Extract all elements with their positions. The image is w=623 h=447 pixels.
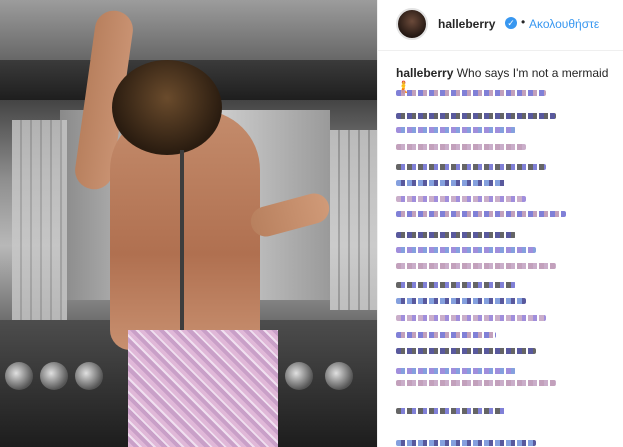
- stove-knob: [75, 362, 103, 390]
- tile-backsplash-right: [330, 130, 377, 310]
- follow-button[interactable]: Ακολουθήστε: [529, 17, 599, 31]
- post-photo[interactable]: [0, 0, 377, 447]
- blurred-comment-line: [396, 180, 506, 186]
- stove-knob: [40, 362, 68, 390]
- blurred-comment-line: [396, 408, 506, 414]
- sequin-skirt: [128, 330, 278, 447]
- blurred-comment-line: [396, 211, 566, 217]
- caption-username[interactable]: halleberry: [396, 66, 453, 80]
- stove-knob: [325, 362, 353, 390]
- blurred-comment-line: [396, 298, 526, 304]
- hair: [112, 60, 222, 155]
- blurred-comment-line: [396, 440, 536, 446]
- blurred-comment-line: [396, 380, 556, 386]
- spine-tattoo: [180, 150, 184, 330]
- blurred-comment-line: [396, 247, 536, 253]
- avatar[interactable]: [396, 8, 428, 40]
- tile-backsplash-left: [12, 120, 67, 320]
- post-sidebar: halleberry ✓ • Ακολουθήστε halleberry Wh…: [377, 0, 623, 447]
- blurred-comment-line: [396, 232, 516, 238]
- blurred-comment-line: [396, 90, 546, 96]
- blurred-comment-line: [396, 368, 516, 374]
- verified-badge-icon: ✓: [505, 17, 517, 29]
- blurred-comment-line: [396, 196, 526, 202]
- instagram-post: halleberry ✓ • Ακολουθήστε halleberry Wh…: [0, 0, 623, 447]
- header-username[interactable]: halleberry: [438, 17, 495, 31]
- separator-dot: •: [521, 15, 526, 29]
- blurred-comment-line: [396, 315, 546, 321]
- blurred-comment-line: [396, 144, 526, 150]
- blurred-comment-line: [396, 164, 546, 170]
- stove-knob: [5, 362, 33, 390]
- blurred-comment-line: [396, 113, 556, 119]
- blurred-comment-line: [396, 263, 556, 269]
- blurred-comment-line: [396, 332, 496, 338]
- blurred-comment-line: [396, 282, 516, 288]
- blurred-comment-line: [396, 127, 516, 133]
- post-header: halleberry ✓ • Ακολουθήστε: [378, 0, 623, 51]
- stove-knob: [285, 362, 313, 390]
- blurred-comment-line: [396, 348, 536, 354]
